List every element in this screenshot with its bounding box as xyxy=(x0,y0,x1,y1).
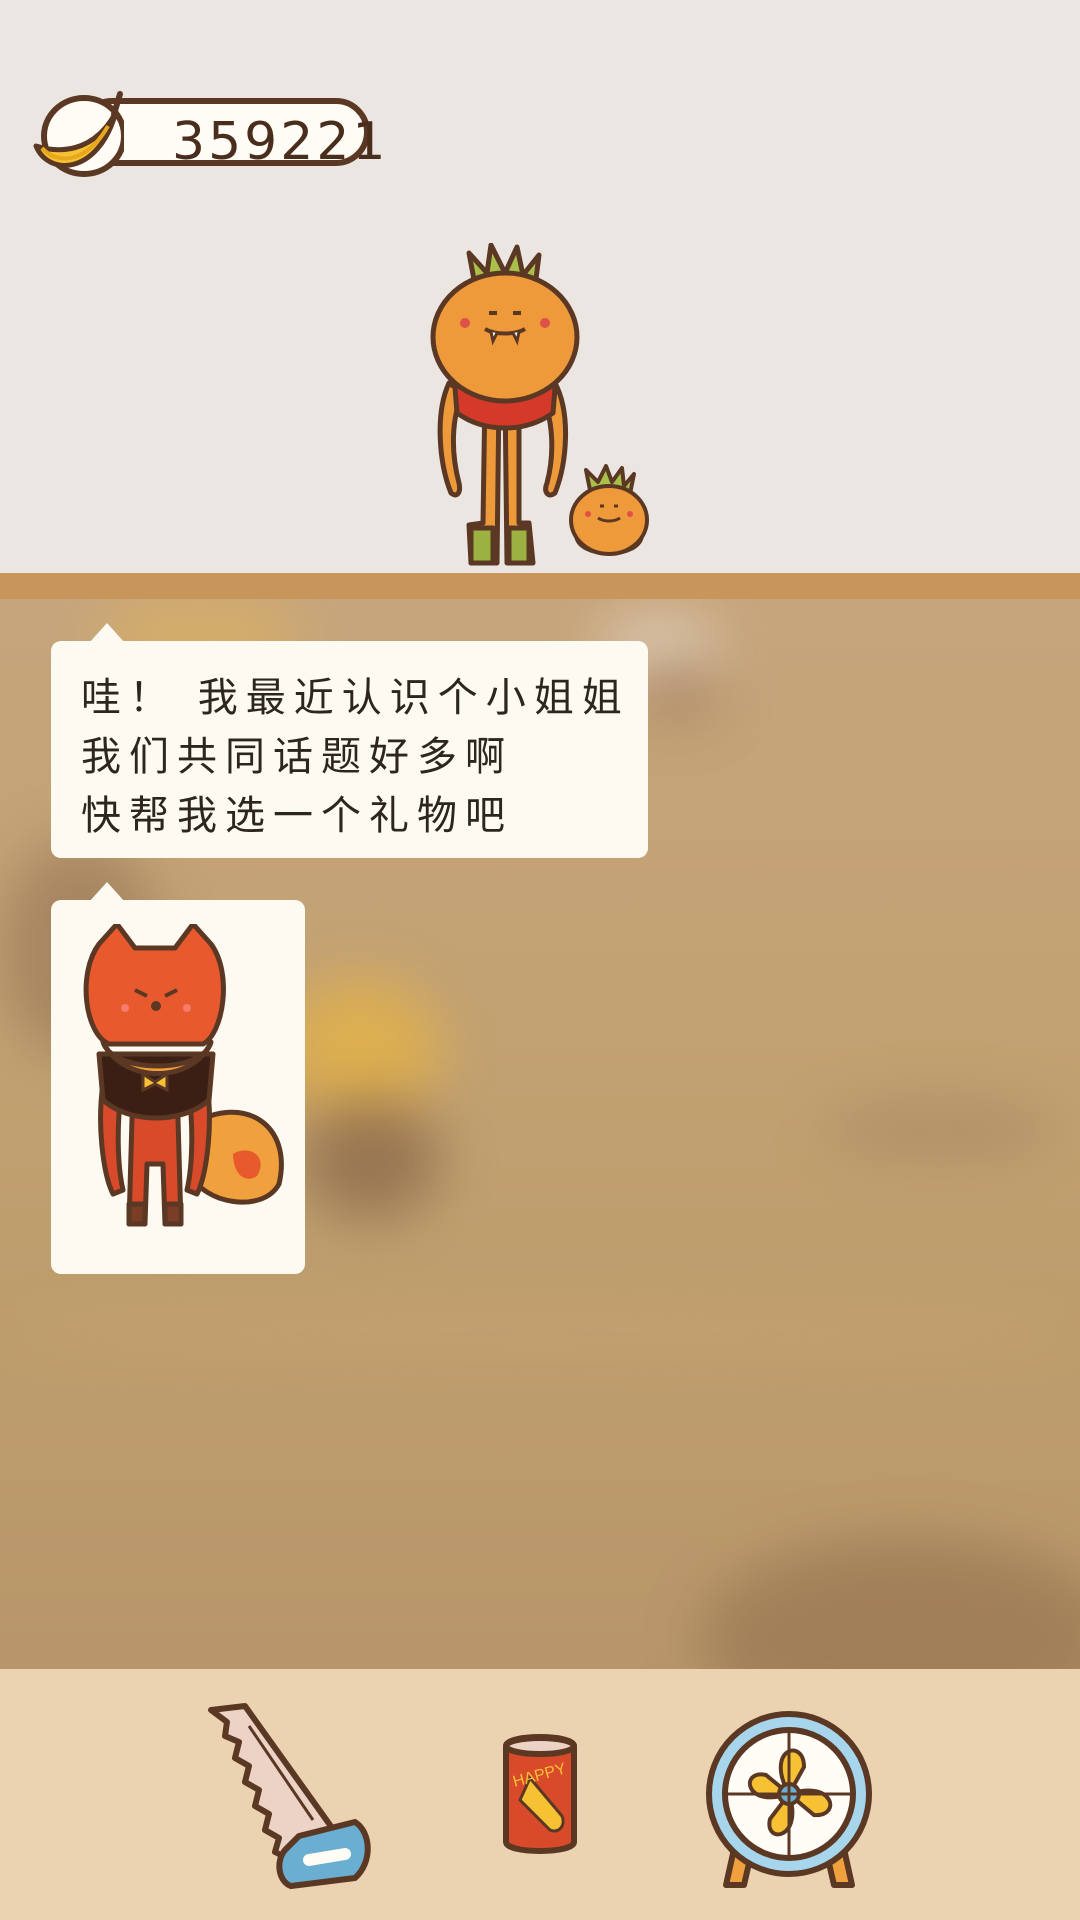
pumpkin-character[interactable] xyxy=(425,243,585,573)
banana-count: 359221 xyxy=(172,112,389,172)
fox-character xyxy=(83,924,284,1227)
saw-icon[interactable] xyxy=(205,1702,375,1892)
item-toolbar: HAPPY xyxy=(0,1669,1080,1920)
banana-counter: 359221 xyxy=(28,86,386,178)
top-area: 359221 xyxy=(0,0,1080,573)
dialog-line-2: 我们共同话题好多啊 xyxy=(81,734,513,780)
shelf xyxy=(0,573,1080,599)
soda-can-icon[interactable]: HAPPY xyxy=(500,1734,580,1854)
dialog-line-3: 快帮我选一个礼物吧 xyxy=(81,793,513,839)
dialog-line-1: 哇！ 我最近认识个小姐姐 xyxy=(81,675,630,721)
fan-icon[interactable] xyxy=(704,1709,874,1889)
small-pumpkin-character[interactable] xyxy=(566,464,652,570)
banana-icon xyxy=(33,91,124,177)
image-bubble[interactable] xyxy=(51,882,305,1274)
speech-bubble[interactable]: 哇！ 我最近认识个小姐姐 我们共同话题好多啊 快帮我选一个礼物吧 xyxy=(51,623,648,858)
